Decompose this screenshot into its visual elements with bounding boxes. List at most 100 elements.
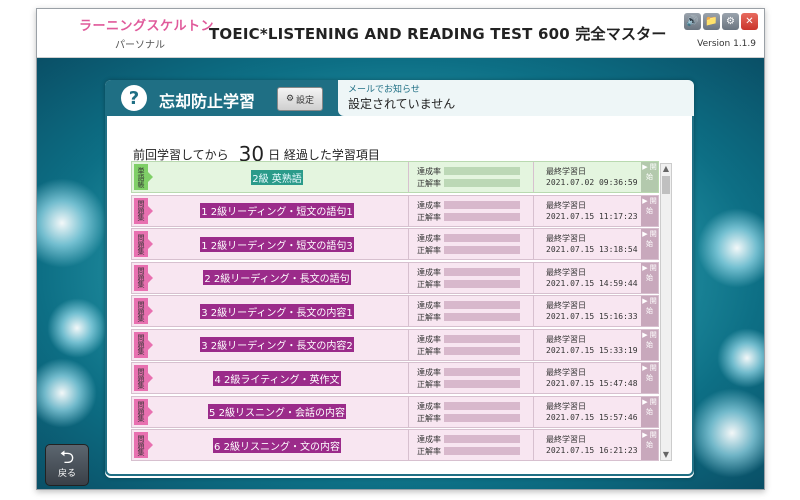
list-item[interactable]: 問題集 2 2級リーディング・長文の語句 達成率 正解率 最終学習日 2021.07.15… [131,261,659,294]
item-date-cell: 最終学習日 2021.07.15 13:18:54 [533,229,642,259]
achieve-rate-label: 達成率 [417,368,441,377]
mail-notice: メールでお知らせ 設定されていません [338,80,694,116]
item-name-cell: 5 2級リスニング・会話の内容 [152,397,402,427]
list-scrollbar[interactable]: ▲ ▼ [660,163,672,461]
list-item[interactable]: 問題集 1 2級リーディング・短文の語句1 達成率 正解率 最終学習日 2021.07.1… [131,194,659,227]
last-date-label: 最終学習日 [546,267,586,277]
achieve-rate-bar [444,368,520,376]
achieve-rate-label: 達成率 [417,334,441,344]
start-button[interactable]: ▶ 開始 [641,329,658,360]
list-item[interactable]: 問題集 3 2級リーディング・長文の内容2 達成率 正解率 最終学習日 2021.07.1… [131,328,659,361]
logo-sub-text: パーソナル [115,40,165,51]
forgetting-prevention-panel: ? 忘却防止学習 ⚙ 設定 メールでお知らせ 設定されていません 前回学習してか… [105,80,694,478]
last-date-label: 最終学習日 [546,435,586,444]
close-icon[interactable]: ✕ [741,13,758,30]
item-name-cell: 1 2級リーディング・短文の語句1 [152,196,402,226]
notice-text: 設定されていません [348,97,456,111]
correct-rate-bar [444,380,520,388]
correct-rate-bar [444,413,520,422]
correct-rate-label: 正解率 [417,413,441,423]
logo-main-text: ラーニングスケルトン [79,19,215,34]
scroll-up-icon[interactable]: ▲ [661,164,671,174]
help-icon[interactable]: ? [121,85,147,111]
item-stats: 達成率 正解率 [408,430,534,460]
item-name: 2級 英熟語 [251,169,303,185]
sparkle-decoration [717,328,764,388]
item-date-cell: 最終学習日 2021.07.15 16:21:23 [533,430,642,460]
item-date-cell: 最終学習日 2021.07.15 15:16:33 [533,296,642,326]
sparkle-decoration [37,358,97,428]
start-button[interactable]: ▶ 開始 [641,396,658,427]
version-text: Version 1.1.9 [697,39,756,49]
last-date-value: 2021.07.15 15:16:33 [546,312,638,321]
start-button[interactable]: ▶ 開始 [641,162,658,192]
achieve-rate-bar [444,334,520,343]
settings-button[interactable]: ⚙ 設定 [277,87,323,111]
correct-rate-bar [444,212,520,221]
gear-icon[interactable]: ⚙ [722,13,739,30]
elapsed-prefix: 前回学習してから [133,148,229,162]
sound-icon[interactable]: 🔊 [684,13,701,30]
list-item[interactable]: 問題集 6 2級リスニング・文の内容 達成率 正解率 最終学習日 2021.07.15 1… [131,429,659,461]
achieve-rate-label: 達成率 [417,234,441,243]
item-type-tag: 問題集 [134,398,153,425]
correct-rate-bar [444,246,520,254]
list-item[interactable]: 問題集 1 2級リーディング・短文の語句3 達成率 正解率 最終学習日 2021.07.1… [131,228,659,260]
start-button[interactable]: ▶ 開始 [641,195,658,226]
folder-icon[interactable]: 📁 [703,13,720,30]
correct-rate-label: 正解率 [417,380,441,389]
item-name: 3 2級リーディング・長文の内容1 [200,303,354,319]
item-stats: 達成率 正解率 [408,162,534,192]
list-item[interactable]: 問題集 4 2級ライティング・英作文 達成率 正解率 最終学習日 2021.07.15 1… [131,362,659,394]
item-name-cell: 3 2級リーディング・長文の内容2 [152,330,402,360]
last-date-label: 最終学習日 [546,234,586,243]
item-date-cell: 最終学習日 2021.07.02 09:36:59 [533,162,642,192]
list-item[interactable]: 単語帳 2級 英熟語 達成率 正解率 最終学習日 2021.07.02 09:36:59 ▶… [131,161,659,193]
item-date-cell: 最終学習日 2021.07.15 15:57:46 [533,396,642,427]
correct-rate-label: 正解率 [417,313,441,322]
achieve-rate-bar [444,234,520,242]
item-type-tag: 問題集 [134,298,153,324]
start-button[interactable]: ▶ 開始 [641,262,658,293]
correct-rate-label: 正解率 [417,179,441,188]
item-stats: 達成率 正解率 [408,262,534,293]
item-type-tag: 問題集 [134,365,153,391]
scroll-thumb[interactable] [662,176,670,194]
correct-rate-label: 正解率 [417,212,441,222]
achieve-rate-bar [444,301,520,309]
start-button[interactable]: ▶ 開始 [641,430,658,460]
item-name: 3 2級リーディング・長文の内容2 [200,337,354,352]
item-date-cell: 最終学習日 2021.07.15 11:17:23 [533,195,642,226]
achieve-rate-bar [444,401,520,410]
last-date-value: 2021.07.15 13:18:54 [546,245,638,254]
sparkle-decoration [47,298,107,358]
app-title: TOEIC*LISTENING AND READING TEST 600 完全マ… [209,25,667,43]
last-date-label: 最終学習日 [546,401,586,411]
achieve-rate-label: 達成率 [417,401,441,411]
correct-rate-bar [444,313,520,321]
list-item[interactable]: 問題集 3 2級リーディング・長文の内容1 達成率正解率 最終学習日 2021.07.1… [131,295,659,327]
start-button[interactable]: ▶ 開始 [641,296,658,326]
achieve-rate-bar [444,267,520,276]
item-stats: 達成率 正解率 [408,396,534,427]
back-button[interactable]: ⮌ 戻る [45,444,89,486]
correct-rate-label: 正解率 [417,246,441,255]
last-date-label: 最終学習日 [546,301,586,310]
correct-rate-label: 正解率 [417,279,441,289]
back-label: 戻る [57,469,76,479]
item-stats: 達成率 正解率 [408,296,534,326]
app-logo: ラーニングスケルトン パーソナル [79,15,219,53]
list-item[interactable]: 問題集 5 2級リスニング・会話の内容 達成率 正解率 最終学習日 2021.07.15 … [131,395,659,428]
start-button[interactable]: ▶ 開始 [641,229,658,259]
item-name: 5 2級リスニング・会話の内容 [208,404,346,419]
item-type-tag: 問題集 [134,432,153,458]
start-button[interactable]: ▶ 開始 [641,363,658,393]
item-stats: 達成率 正解率 [408,329,534,360]
achieve-rate-label: 達成率 [417,435,441,444]
achieve-rate-label: 達成率 [417,301,441,310]
notice-label: メールでお知らせ [348,85,420,95]
panel-header: ? 忘却防止学習 ⚙ 設定 メールでお知らせ 設定されていません [105,80,694,116]
correct-rate-bar [444,179,520,187]
item-type-tag: 問題集 [134,264,153,291]
scroll-down-icon[interactable]: ▼ [661,450,671,460]
